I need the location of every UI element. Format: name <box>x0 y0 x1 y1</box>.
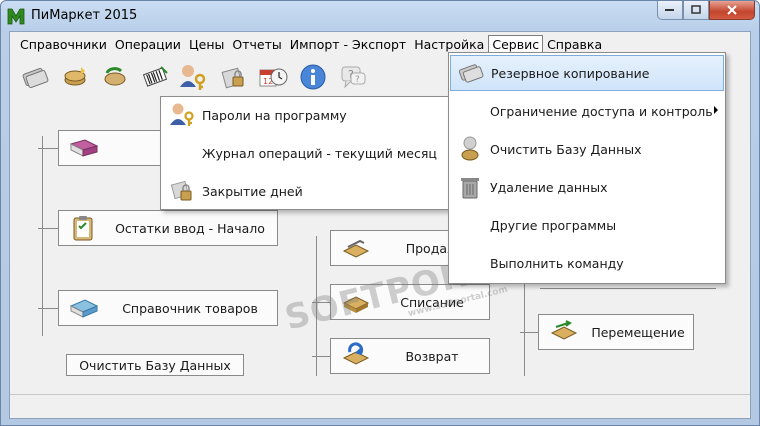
menu-item-label: Пароли на программу <box>202 107 347 123</box>
menu-item-icon-slot <box>450 207 490 243</box>
toolbar-return-icon[interactable] <box>98 61 132 93</box>
toolbar-coins-icon[interactable] <box>58 61 92 93</box>
close-button[interactable] <box>709 1 755 20</box>
menu-item-other-programs[interactable]: Другие программы <box>450 207 724 243</box>
backup-icon <box>451 55 491 91</box>
node-edge <box>540 288 716 289</box>
return-icon <box>335 341 375 371</box>
toolbar-user-key-icon[interactable] <box>176 61 210 93</box>
trash-icon <box>450 169 490 205</box>
menu-item-icon-slot <box>450 93 490 129</box>
node-label: Справочник товаров <box>122 300 258 316</box>
node-label: Списание <box>400 294 464 310</box>
menu-item-label: Закрытие дней <box>202 183 303 199</box>
menu-item-label: Другие программы <box>490 217 617 233</box>
menu-help[interactable]: Справка <box>543 35 606 54</box>
tree-connector <box>38 308 58 309</box>
window-title: ПиМаркет 2015 <box>31 8 138 23</box>
node-label: Возврат <box>405 348 459 364</box>
toolbar-calendar-clock-icon[interactable]: 12 <box>256 61 290 93</box>
info-icon[interactable] <box>296 61 330 93</box>
writeoff-icon <box>335 287 375 317</box>
menu-prices[interactable]: Цены <box>185 35 228 54</box>
menu-bar: Справочники Операции Цены Отчеты Импорт … <box>10 34 750 54</box>
tree-connector <box>38 148 58 149</box>
menu-operations[interactable]: Операции <box>111 35 185 54</box>
catalog-book-icon <box>63 293 103 323</box>
app-window: ПиМаркет 2015 Справочники Операции Цены … <box>0 0 760 426</box>
maximize-button[interactable] <box>683 1 709 20</box>
menu-import-export[interactable]: Импорт - Экспорт <box>286 35 410 54</box>
menu-item-label: Очистить Базу Данных <box>490 141 642 157</box>
service-dropdown: Резервное копирование Ограничение доступ… <box>448 52 726 284</box>
menu-item-icon-slot <box>450 245 490 281</box>
transfer-icon <box>543 317 583 347</box>
status-bar <box>10 394 750 418</box>
menu-item-backup[interactable]: Резервное копирование <box>450 55 724 91</box>
menu-item-label: Журнал операций - текущий месяц <box>202 145 437 161</box>
toolbar-barcode-icon[interactable] <box>138 61 172 93</box>
sales-icon <box>335 233 375 263</box>
menu-item-label: Выполнить команду <box>490 255 624 271</box>
client-area: Справочники Операции Цены Отчеты Импорт … <box>9 31 751 419</box>
help-icon[interactable]: ?? <box>336 61 370 93</box>
menu-item-label: Ограничение доступа и контроль <box>490 103 713 119</box>
clipboard-icon <box>63 213 103 243</box>
menu-item-passwords[interactable]: Пароли на программу <box>162 97 448 133</box>
menu-item-delete-data[interactable]: Удаление данных <box>450 169 724 205</box>
clear-database-button[interactable]: Очистить Базу Данных <box>66 354 244 376</box>
submenu-arrow-icon <box>714 106 718 114</box>
tree-line <box>42 136 43 336</box>
tree-connector <box>312 302 330 303</box>
node-label: Перемещение <box>591 324 685 340</box>
menu-spravochniki[interactable]: Справочники <box>16 35 111 54</box>
node-return[interactable]: Возврат <box>330 338 490 374</box>
menu-item-operations-log[interactable]: Журнал операций - текущий месяц <box>162 135 448 171</box>
menu-reports[interactable]: Отчеты <box>228 35 285 54</box>
tree-line <box>316 236 317 376</box>
tree-line <box>524 276 525 376</box>
user-key-icon <box>162 97 202 133</box>
node-writeoff[interactable]: Списание <box>330 284 490 320</box>
menu-item-label: Резервное копирование <box>491 65 650 81</box>
lock-document-icon <box>162 173 202 209</box>
minimize-button[interactable] <box>657 1 683 20</box>
menu-service[interactable]: Сервис <box>488 34 544 54</box>
book-icon <box>63 133 103 163</box>
tree-connector <box>38 228 58 229</box>
clear-db-icon <box>450 131 490 167</box>
toolbar-lock-day-icon[interactable] <box>216 61 250 93</box>
menu-item-label: Удаление данных <box>490 179 608 195</box>
node-stock-input[interactable]: Остатки ввод - Начало <box>58 210 278 246</box>
menu-item-run-command[interactable]: Выполнить команду <box>450 245 724 281</box>
tree-connector <box>520 332 538 333</box>
svg-text:?: ? <box>355 75 360 85</box>
menu-item-access-control[interactable]: Ограничение доступа и контроль <box>450 93 724 129</box>
app-logo-icon <box>7 7 25 25</box>
node-transfer[interactable]: Перемещение <box>538 314 694 350</box>
node-product-catalog[interactable]: Справочник товаров <box>58 290 278 326</box>
menu-item-close-days[interactable]: Закрытие дней <box>162 173 448 209</box>
menu-settings[interactable]: Настройка <box>410 35 488 54</box>
title-bar: ПиМаркет 2015 <box>1 1 759 31</box>
node-label: Остатки ввод - Начало <box>115 220 265 236</box>
menu-item-clear-database[interactable]: Очистить Базу Данных <box>450 131 724 167</box>
settings-submenu: Пароли на программу Журнал операций - те… <box>160 96 450 210</box>
toolbar-money-icon[interactable] <box>18 61 52 93</box>
menu-item-icon-slot <box>162 135 202 171</box>
tree-connector <box>312 356 330 357</box>
